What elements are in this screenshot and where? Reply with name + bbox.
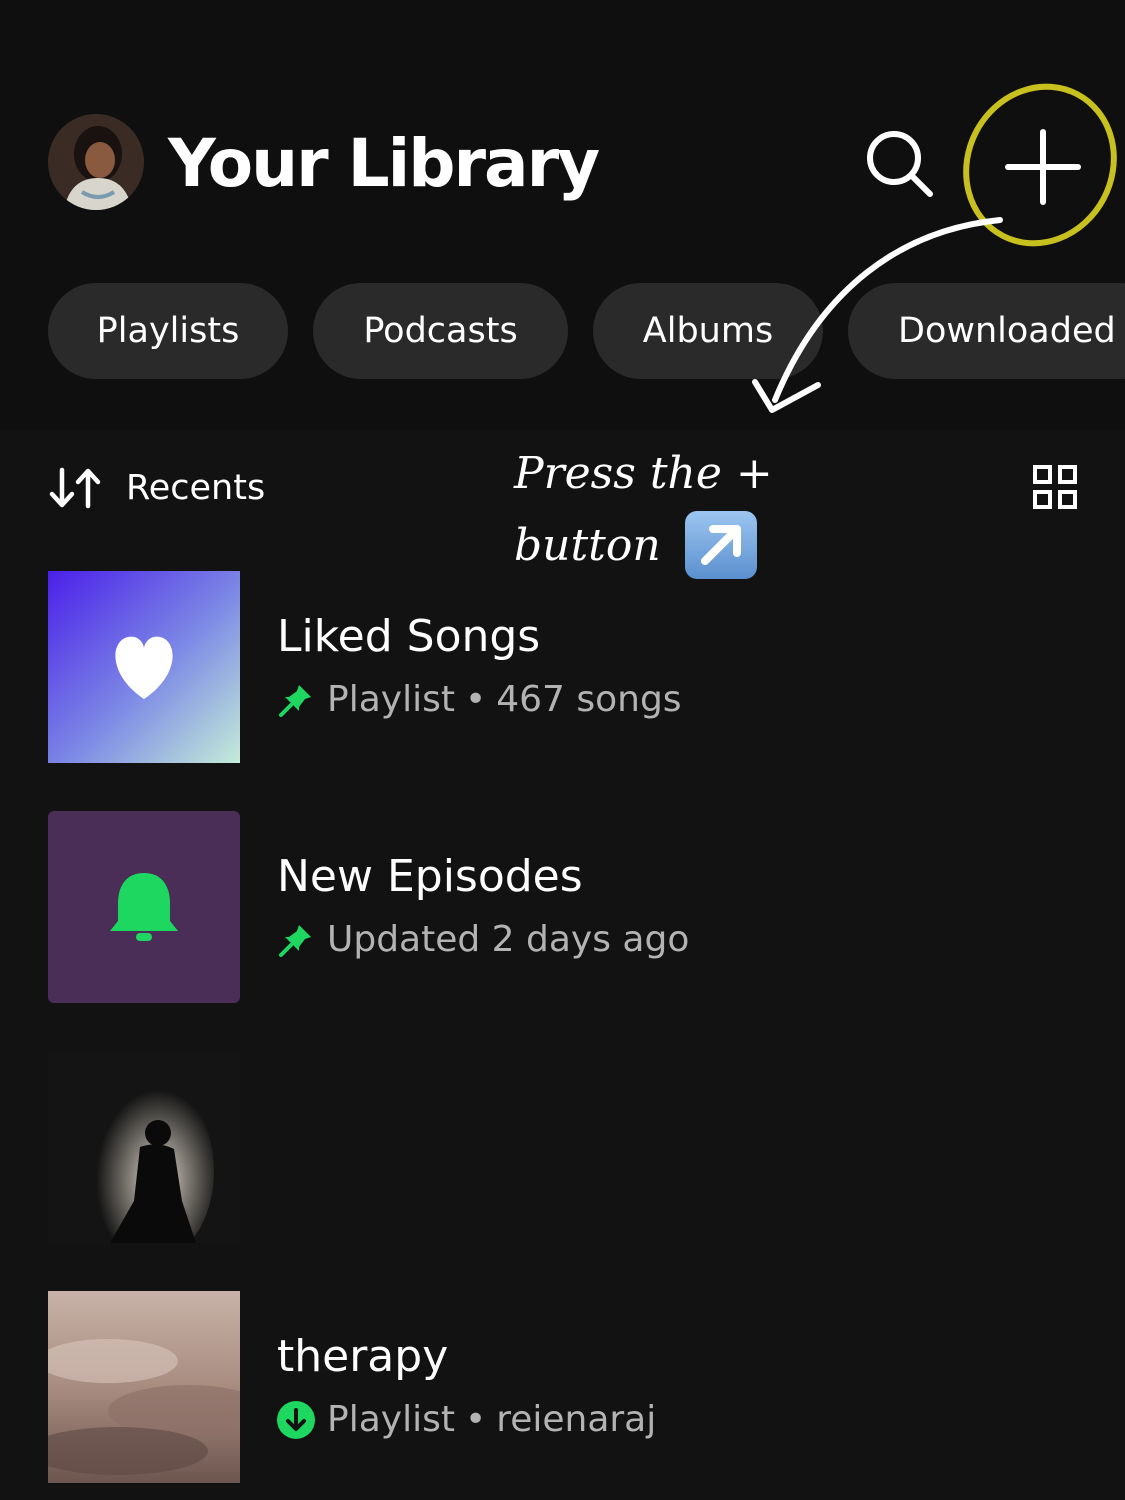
plus-icon[interactable] (1000, 124, 1086, 210)
annotation-line1: Press the + (514, 448, 773, 499)
bell-icon (48, 811, 240, 1003)
new-episodes-cover (48, 811, 240, 1003)
filter-chip-playlists[interactable]: Playlists (48, 283, 288, 379)
list-item[interactable]: Liked Songs Playlist • 467 songs (48, 571, 1125, 763)
search-icon[interactable] (862, 126, 938, 202)
list-item[interactable] (48, 1051, 1125, 1243)
grid-view-icon[interactable] (1032, 464, 1078, 510)
list-item[interactable]: New Episodes Updated 2 days ago (48, 811, 1125, 1003)
therapy-cover (48, 1291, 240, 1483)
sort-arrows-icon (49, 467, 101, 509)
download-icon (277, 1400, 315, 1439)
item-subtitle: Updated 2 days ago (277, 919, 689, 960)
liked-songs-cover (48, 571, 240, 763)
up-right-arrow-emoji (684, 510, 757, 579)
arrow-up-right-icon (700, 524, 741, 565)
avatar-photo (48, 114, 144, 210)
separator-dot: • (464, 679, 487, 720)
sort-label: Recents (126, 468, 266, 508)
list-item[interactable]: therapy Playlist • reienaraj (48, 1291, 1125, 1483)
filter-chip-downloaded[interactable]: Downloaded (848, 283, 1125, 379)
filter-chip-podcasts[interactable]: Podcasts (313, 283, 568, 379)
item-title: therapy (277, 1331, 449, 1382)
item-subtitle: Playlist • reienaraj (277, 1399, 656, 1440)
pin-icon (279, 924, 311, 957)
filter-chip-albums[interactable]: Albums (593, 283, 823, 379)
pin-icon (279, 684, 311, 717)
item-title: Liked Songs (277, 611, 541, 662)
page-title: Your Library (168, 125, 600, 202)
sort-control[interactable]: Recents (48, 460, 265, 516)
user-avatar[interactable] (48, 114, 144, 210)
silhouette-cover (48, 1051, 240, 1243)
annotation-note: Press the + button (514, 438, 834, 583)
annotation-line2: button (514, 520, 661, 571)
item-type: Playlist (327, 1399, 455, 1440)
item-meta: reienaraj (496, 1399, 657, 1440)
library-header: Your Library Playlists Podcasts Albums D… (0, 0, 1125, 430)
silhouette-image (48, 1051, 240, 1243)
item-title: New Episodes (277, 851, 583, 902)
item-type: Playlist (327, 679, 455, 720)
item-subtitle: Playlist • 467 songs (277, 679, 682, 720)
separator-dot: • (464, 1399, 487, 1440)
heart-icon (48, 571, 240, 763)
item-meta: 467 songs (496, 679, 682, 720)
item-meta: Updated 2 days ago (327, 919, 690, 960)
clouds-image (48, 1291, 240, 1483)
